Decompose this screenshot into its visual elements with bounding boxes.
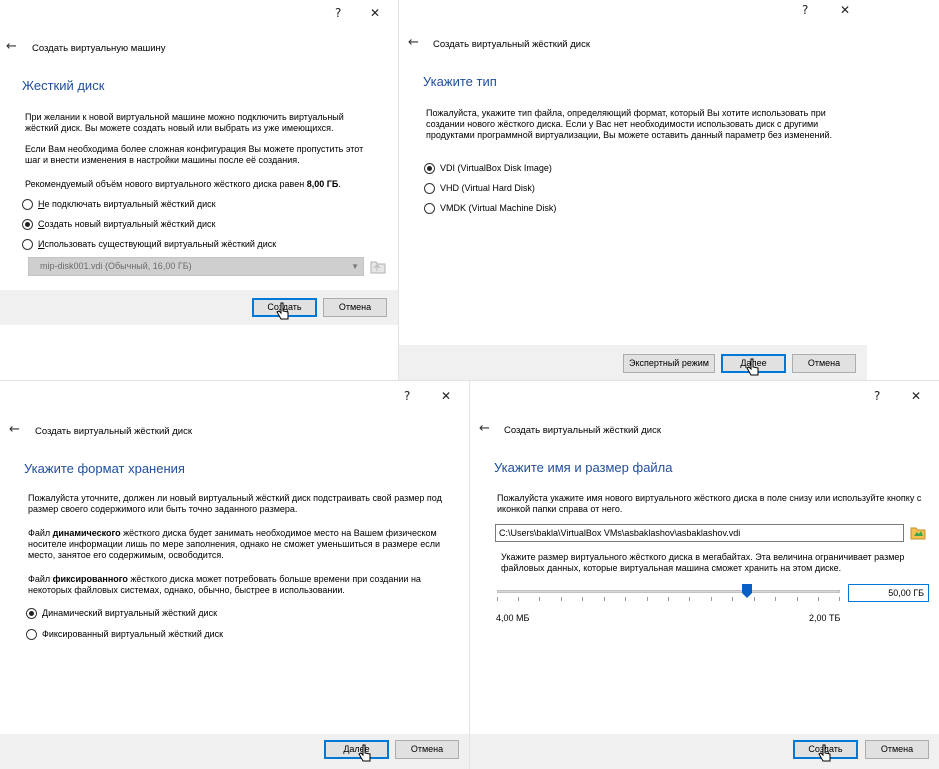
radio-dynamic[interactable]: Динамический виртуальный жёсткий диск — [26, 606, 217, 620]
radio-fixed[interactable]: Фиксированный виртуальный жёсткий диск — [26, 627, 223, 641]
radio-vhd[interactable]: VHD (Virtual Hard Disk) — [424, 181, 535, 195]
wizard-title: Создать виртуальную машину — [32, 43, 166, 54]
description-text: При желании к новой виртуальной машине м… — [25, 112, 344, 133]
size-description-text: Укажите размер виртуального жёсткого дис… — [501, 552, 905, 573]
back-arrow-icon[interactable]: ← — [479, 421, 490, 436]
page-heading: Укажите тип — [423, 74, 497, 89]
recommended-size-text: Рекомендуемый объём нового виртуального … — [25, 179, 341, 189]
folder-icon[interactable] — [370, 259, 386, 274]
mouse-cursor-icon — [358, 744, 371, 762]
radio-vdi[interactable]: VDI (VirtualBox Disk Image) — [424, 161, 552, 175]
back-arrow-icon[interactable]: ← — [6, 39, 17, 54]
description-text: Если Вам необходима более сложная конфиг… — [25, 144, 364, 165]
mouse-cursor-icon — [746, 358, 759, 376]
expert-mode-button[interactable]: Экспертный режим — [623, 354, 715, 373]
cancel-button[interactable]: Отмена — [395, 740, 459, 759]
slider-thumb[interactable] — [742, 584, 753, 598]
slider-ticks — [497, 597, 840, 601]
cancel-button[interactable]: Отмена — [865, 740, 929, 759]
description-text: Пожалуйста, укажите тип файла, определяю… — [426, 108, 833, 140]
chevron-down-icon: ▼ — [351, 262, 359, 271]
existing-disk-combo[interactable]: mip-disk001.vdi (Обычный, 16,00 ГБ) ▼ — [28, 257, 364, 276]
close-button[interactable]: ✕ — [840, 3, 850, 17]
back-arrow-icon[interactable]: ← — [408, 35, 419, 50]
file-path-input[interactable]: C:\Users\bakla\VirtualBox VMs\asbaklasho… — [495, 524, 904, 542]
dialog-hard-disk: ? ✕ ← Создать виртуальную машину Жесткий… — [0, 0, 398, 325]
description-text: Пожалуйста уточните, должен ли новый вир… — [28, 493, 442, 514]
dynamic-description-text: Файл динамического жёсткого диска будет … — [28, 528, 440, 560]
folder-icon[interactable] — [910, 525, 926, 540]
dialog-storage-format: ? ✕ ← Создать виртуальный жёсткий диск У… — [0, 380, 469, 769]
help-button[interactable]: ? — [802, 3, 808, 17]
radio-use-existing-disk[interactable]: Использовать существующий виртуальный жё… — [22, 237, 276, 251]
radio-create-new-disk[interactable]: Создать новый виртуальный жёсткий диск — [22, 217, 215, 231]
max-size-label: 2,00 ТБ — [809, 613, 841, 623]
wizard-title: Создать виртуальный жёсткий диск — [433, 39, 590, 50]
close-button[interactable]: ✕ — [441, 389, 451, 403]
next-button[interactable]: Далее — [324, 740, 389, 759]
radio-button[interactable] — [26, 607, 37, 619]
min-size-label: 4,00 МБ — [496, 613, 530, 623]
cancel-button[interactable]: Отмена — [323, 298, 387, 317]
fixed-description-text: Файл фиксированного жёсткого диска может… — [28, 574, 421, 595]
radio-button[interactable] — [424, 182, 435, 194]
close-button[interactable]: ✕ — [911, 389, 921, 403]
size-slider[interactable] — [497, 590, 840, 593]
dialog-file-name-size: ? ✕ ← Создать виртуальный жёсткий диск У… — [469, 380, 939, 769]
page-heading: Укажите имя и размер файла — [494, 460, 673, 475]
wizard-title: Создать виртуальный жёсткий диск — [504, 425, 661, 436]
page-heading: Жесткий диск — [22, 78, 105, 93]
radio-button[interactable] — [22, 218, 33, 230]
size-input[interactable]: 50,00 ГБ — [848, 584, 929, 602]
radio-vmdk[interactable]: VMDK (Virtual Machine Disk) — [424, 201, 556, 215]
radio-button[interactable] — [424, 162, 435, 174]
wizard-title: Создать виртуальный жёсткий диск — [35, 426, 192, 437]
help-button[interactable]: ? — [874, 389, 880, 403]
mouse-cursor-icon — [818, 744, 831, 762]
radio-button[interactable] — [424, 202, 435, 214]
help-button[interactable]: ? — [335, 6, 341, 20]
back-arrow-icon[interactable]: ← — [9, 422, 20, 437]
mouse-cursor-icon — [276, 302, 289, 320]
radio-no-disk[interactable]: Не подключать виртуальный жёсткий диск — [22, 197, 216, 211]
radio-button[interactable] — [22, 198, 33, 210]
description-text: Пожалуйста укажите имя нового виртуально… — [497, 493, 922, 514]
page-heading: Укажите формат хранения — [24, 461, 185, 476]
dialog-disk-type: ? ✕ ← Создать виртуальный жёсткий диск У… — [398, 0, 867, 380]
cancel-button[interactable]: Отмена — [792, 354, 856, 373]
radio-button[interactable] — [22, 238, 33, 250]
close-button[interactable]: ✕ — [370, 6, 380, 20]
help-button[interactable]: ? — [404, 389, 410, 403]
radio-button[interactable] — [26, 628, 37, 640]
